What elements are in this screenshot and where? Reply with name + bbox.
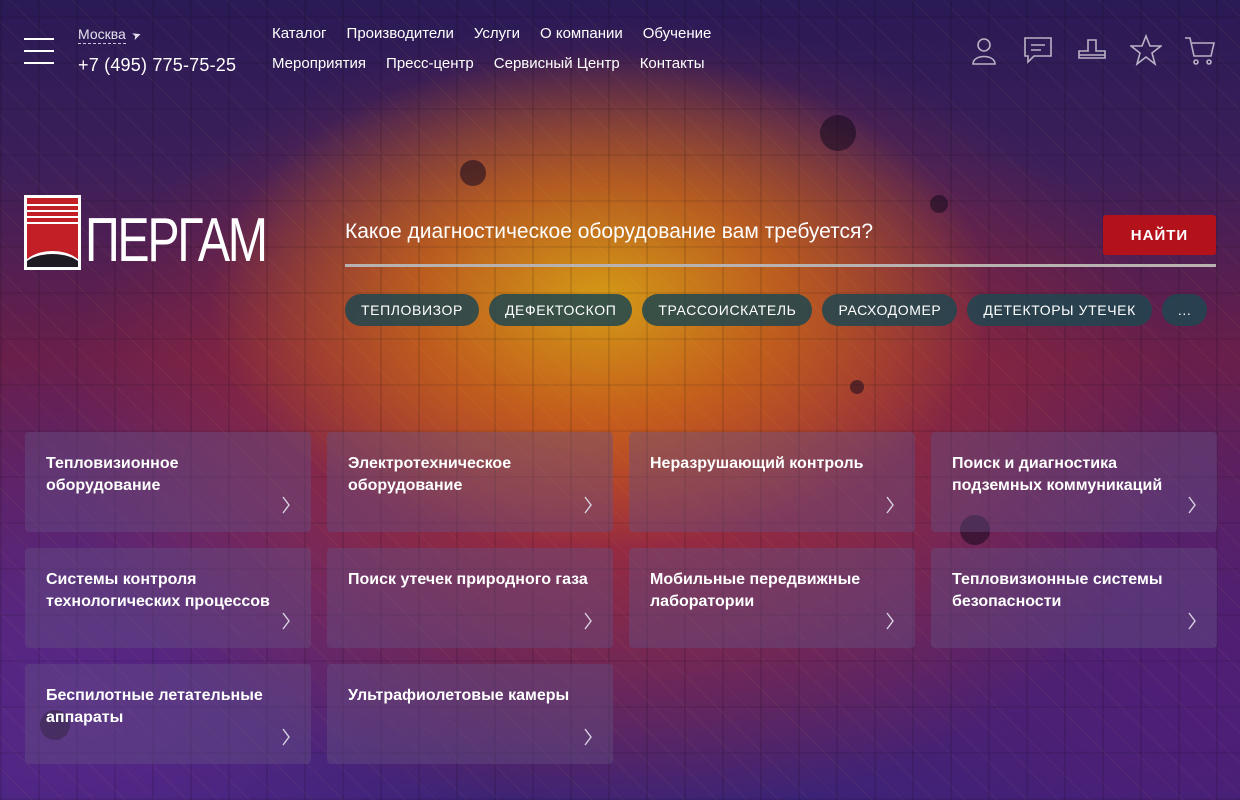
category-title: Тепловизионное оборудование	[46, 455, 179, 494]
city-name[interactable]: Москва	[78, 26, 126, 44]
category-title: Поиск утечек природного газа	[348, 571, 588, 588]
cart-icon[interactable]	[1184, 34, 1216, 66]
chevron-right-icon	[281, 612, 291, 630]
category-card[interactable]: Мобильные передвижные лаборатории	[629, 548, 915, 648]
main-nav-row-1: Каталог Производители Услуги О компании …	[272, 25, 711, 42]
nav-link-service-center[interactable]: Сервисный Центр	[494, 55, 620, 72]
category-title: Системы контроля технологических процесс…	[46, 571, 270, 610]
tag-cable-locator[interactable]: ТРАССОИСКАТЕЛЬ	[642, 294, 813, 326]
search-button[interactable]: НАЙТИ	[1103, 215, 1216, 255]
category-title: Тепловизионные системы безопасности	[952, 571, 1163, 610]
chevron-right-icon	[583, 496, 593, 514]
star-icon[interactable]	[1128, 33, 1164, 67]
main-nav-row-2: Мероприятия Пресс-центр Сервисный Центр …	[272, 55, 704, 72]
category-title: Беспилотные летательные аппараты	[46, 687, 263, 726]
chevron-right-icon	[885, 612, 895, 630]
logo-text: ПЕРГАМ	[85, 206, 268, 275]
chevron-right-icon	[1187, 612, 1197, 630]
location-arrow-icon: ➤	[130, 28, 143, 44]
category-card[interactable]: Неразрушающий контроль	[629, 432, 915, 532]
nav-link-services[interactable]: Услуги	[474, 25, 520, 42]
nav-link-about[interactable]: О компании	[540, 25, 623, 42]
search-input[interactable]: Какое диагностическое оборудование вам т…	[345, 220, 873, 244]
category-title: Поиск и диагностика подземных коммуникац…	[952, 455, 1163, 494]
tag-more[interactable]: ...	[1161, 294, 1208, 326]
background-decoration	[460, 160, 486, 186]
hamburger-menu-icon[interactable]	[24, 38, 54, 64]
background-decoration	[930, 195, 948, 213]
chevron-right-icon	[281, 728, 291, 746]
category-grid: Тепловизионное оборудование Электротехни…	[25, 432, 1217, 764]
search-bar[interactable]: Какое диагностическое оборудование вам т…	[345, 215, 1216, 267]
category-card[interactable]: Поиск утечек природного газа	[327, 548, 613, 648]
category-title: Ультрафиолетовые камеры	[348, 687, 570, 704]
background-decoration	[850, 380, 864, 394]
tag-flaw-detector[interactable]: ДЕФЕКТОСКОП	[488, 294, 633, 326]
nav-link-manufacturers[interactable]: Производители	[347, 25, 454, 42]
background-decoration	[820, 115, 856, 151]
header-icons	[968, 33, 1216, 67]
nav-link-events[interactable]: Мероприятия	[272, 55, 366, 72]
category-card[interactable]: Тепловизионное оборудование	[25, 432, 311, 532]
category-card[interactable]: Электротехническое оборудование	[327, 432, 613, 532]
category-card[interactable]: Тепловизионные системы безопасности	[931, 548, 1217, 648]
quick-search-tags: ТЕПЛОВИЗОР ДЕФЕКТОСКОП ТРАССОИСКАТЕЛЬ РА…	[345, 294, 1225, 326]
nav-link-training[interactable]: Обучение	[643, 25, 712, 42]
phone-number[interactable]: +7 (495) 775-75-25	[78, 55, 236, 76]
chevron-right-icon	[583, 612, 593, 630]
category-card[interactable]: Поиск и диагностика подземных коммуникац…	[931, 432, 1217, 532]
category-title: Электротехническое оборудование	[348, 455, 512, 494]
site-logo[interactable]: ПЕРГАМ	[24, 195, 317, 275]
user-icon[interactable]	[968, 34, 1000, 66]
tag-leak-detectors[interactable]: ДЕТЕКТОРЫ УТЕЧЕК	[967, 294, 1152, 326]
compare-icon[interactable]	[1076, 34, 1108, 66]
category-card[interactable]: Системы контроля технологических процесс…	[25, 548, 311, 648]
chevron-right-icon	[885, 496, 895, 514]
tag-thermal-imager[interactable]: ТЕПЛОВИЗОР	[345, 294, 479, 326]
category-card[interactable]: Ультрафиолетовые камеры	[327, 664, 613, 764]
category-card[interactable]: Беспилотные летательные аппараты	[25, 664, 311, 764]
chat-icon[interactable]	[1022, 34, 1054, 66]
logo-mark	[24, 195, 81, 270]
category-title: Неразрушающий контроль	[650, 455, 864, 472]
category-title: Мобильные передвижные лаборатории	[650, 571, 861, 610]
tag-flowmeter[interactable]: РАСХОДОМЕР	[822, 294, 958, 326]
chevron-right-icon	[1187, 496, 1197, 514]
city-selector[interactable]: Москва ➤	[78, 26, 143, 44]
chevron-right-icon	[281, 496, 291, 514]
nav-link-catalog[interactable]: Каталог	[272, 25, 327, 42]
nav-link-contacts[interactable]: Контакты	[640, 55, 705, 72]
nav-link-press-center[interactable]: Пресс-центр	[386, 55, 474, 72]
chevron-right-icon	[583, 728, 593, 746]
